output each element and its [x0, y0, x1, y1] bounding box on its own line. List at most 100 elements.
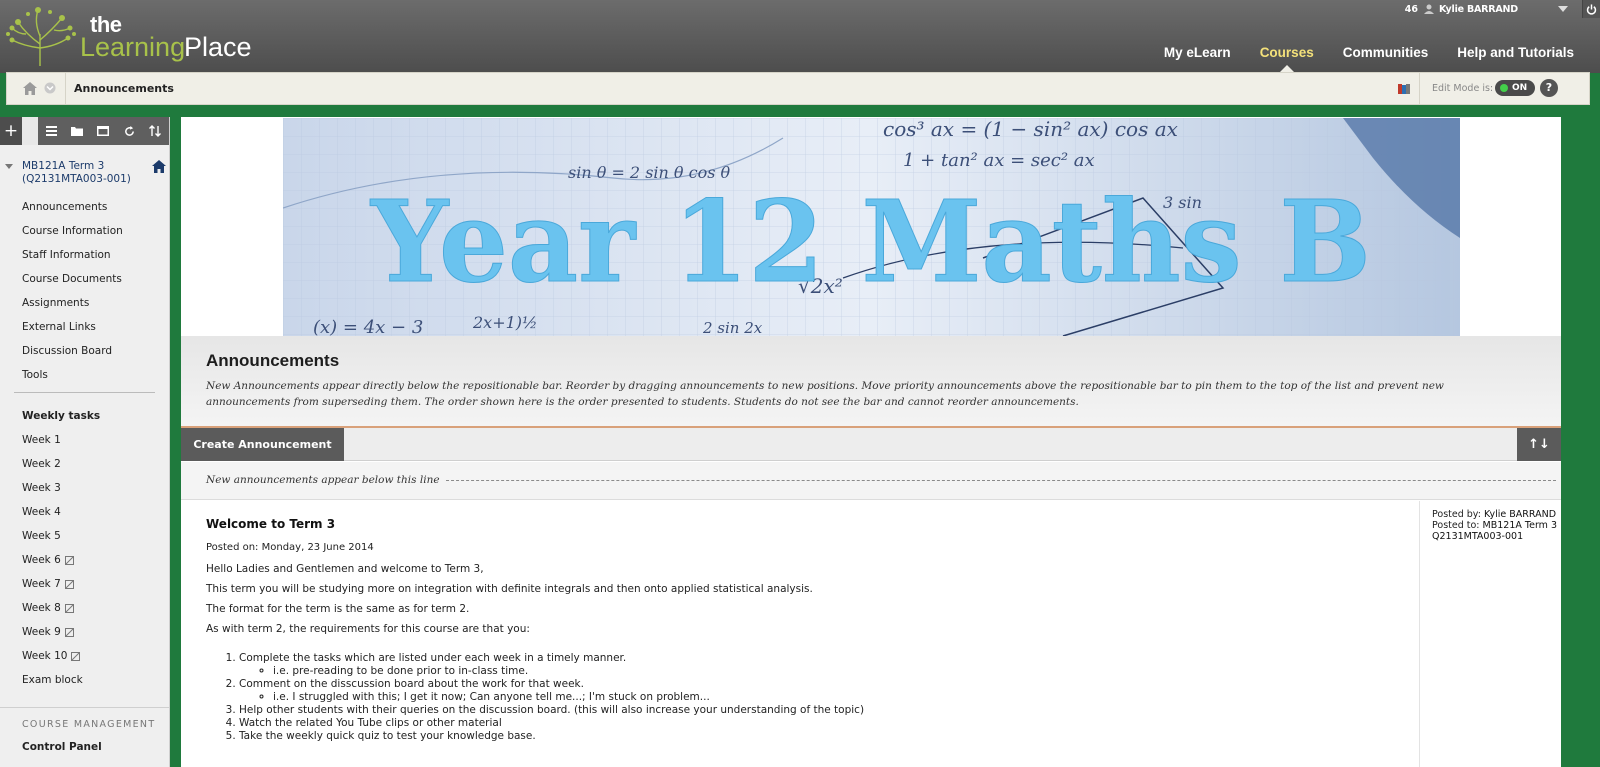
- svg-text:cos³ ax = (1 − sin² ax) cos ax: cos³ ax = (1 − sin² ax) cos ax: [883, 118, 1178, 141]
- home-icon[interactable]: [152, 160, 166, 173]
- sidebar-item-label: Exam block: [22, 674, 83, 686]
- tab-courses[interactable]: Courses: [1260, 45, 1314, 72]
- sidebar-item-course-information[interactable]: Course Information: [22, 219, 123, 243]
- sidebar-item-announcements[interactable]: Announcements: [22, 195, 123, 219]
- divider: [14, 392, 155, 393]
- window-view-button[interactable]: [90, 117, 116, 145]
- hidden-from-students-icon: [64, 555, 74, 565]
- list-sub-item: i.e. pre-reading to be done prior to in-…: [273, 665, 1386, 678]
- logout-button[interactable]: [1582, 0, 1600, 18]
- sidebar-item-discussion-board[interactable]: Discussion Board: [22, 339, 123, 363]
- chevron-down-icon[interactable]: [44, 82, 56, 94]
- sidebar-item-exam-block[interactable]: Exam block: [22, 668, 100, 692]
- tree-logo-icon: [6, 7, 76, 66]
- sort-icon: ↑↓: [1528, 437, 1550, 452]
- svg-text:1 + tan² ax = sec² ax: 1 + tan² ax = sec² ax: [903, 150, 1095, 171]
- hidden-from-students-icon: [64, 579, 74, 589]
- announcement-meta: Posted by: Kylie BARRAND Posted to: MB12…: [1432, 509, 1560, 542]
- sidebar-item-week-9[interactable]: Week 9: [22, 620, 100, 644]
- add-menu-item-button[interactable]: +: [0, 117, 22, 145]
- list-item-text: Complete the tasks which are listed unde…: [239, 652, 627, 664]
- notification-count[interactable]: 46: [1405, 4, 1418, 15]
- edit-mode-state: ON: [1512, 83, 1528, 93]
- hidden-from-students-icon: [71, 651, 81, 661]
- sidebar-item-tools[interactable]: Tools: [22, 363, 123, 387]
- posted-by-label: Posted by:: [1432, 509, 1481, 520]
- course-menu-sidebar: + MB121A Term 3 (Q2131MTA003-001) Announ…: [0, 117, 170, 767]
- sidebar-item-week-7[interactable]: Week 7: [22, 572, 100, 596]
- repositionable-bar-label: New announcements appear below this line: [206, 474, 446, 486]
- control-panel-link[interactable]: Control Panel: [22, 741, 102, 753]
- power-icon: [1586, 3, 1597, 15]
- logo-text-learning: Learning: [80, 32, 186, 62]
- sidebar-item-label: Week 7: [22, 578, 61, 590]
- sidebar-heading-weekly-tasks[interactable]: Weekly tasks: [22, 404, 100, 428]
- page-header: Announcements New Announcements appear d…: [181, 336, 1561, 428]
- course-menu-toolbar: +: [0, 117, 169, 145]
- user-icon: [1423, 4, 1434, 14]
- sidebar-item-course-documents[interactable]: Course Documents: [22, 267, 123, 291]
- edit-mode-label: Edit Mode is:: [1432, 83, 1494, 94]
- sidebar-item-label: Week 1: [22, 434, 61, 446]
- course-management-heading: COURSE MANAGEMENT: [22, 719, 156, 730]
- sidebar-item-staff-information[interactable]: Staff Information: [22, 243, 123, 267]
- requirements-list: Complete the tasks which are listed unde…: [239, 652, 1386, 743]
- logo-text-place: Place: [184, 32, 252, 62]
- tab-my-elearn[interactable]: My eLearn: [1164, 45, 1231, 60]
- page-title: Announcements: [206, 351, 340, 370]
- chevron-down-icon[interactable]: [1558, 6, 1568, 12]
- list-sub-item: i.e. I struggled with this; I get it now…: [273, 691, 1386, 704]
- announcement-meta-column: Posted by: Kylie BARRAND Posted to: MB12…: [1419, 501, 1561, 767]
- hidden-from-students-icon: [64, 627, 74, 637]
- weekly-tasks-list: Weekly tasks Week 1 Week 2 Week 3 Week 4…: [22, 404, 100, 692]
- refresh-button[interactable]: [116, 117, 142, 145]
- divider: [1419, 73, 1420, 104]
- list-item-text: Take the weekly quick quiz to test your …: [239, 730, 536, 742]
- create-announcement-button[interactable]: Create Announcement: [181, 428, 344, 461]
- course-banner-image: cos³ ax = (1 − sin² ax) cos ax 1 + tan² …: [283, 118, 1460, 336]
- sidebar-item-assignments[interactable]: Assignments: [22, 291, 123, 315]
- sidebar-item-week-5[interactable]: Week 5: [22, 524, 100, 548]
- sidebar-item-external-links[interactable]: External Links: [22, 315, 123, 339]
- collapse-caret-icon[interactable]: [5, 164, 13, 169]
- action-bar: Create Announcement ↑↓: [181, 428, 1561, 461]
- breadcrumb-current: Announcements: [74, 82, 174, 95]
- sidebar-item-week-1[interactable]: Week 1: [22, 428, 100, 452]
- list-item: Take the weekly quick quiz to test your …: [239, 730, 1386, 743]
- learning-place-logo[interactable]: the Learning Place: [4, 4, 264, 66]
- announcement-title: Welcome to Term 3: [206, 517, 336, 531]
- hidden-from-students-icon: [64, 603, 74, 613]
- help-button[interactable]: ?: [1540, 79, 1558, 97]
- sidebar-item-week-10[interactable]: Week 10: [22, 644, 100, 668]
- announcement-paragraph: As with term 2, the requirements for thi…: [206, 623, 530, 635]
- list-item-text: Help other students with their queries o…: [239, 704, 865, 716]
- edit-mode-toggle[interactable]: ON: [1495, 80, 1535, 96]
- reorder-button[interactable]: [142, 117, 168, 145]
- posted-to-label: Posted to:: [1432, 520, 1480, 531]
- refresh-icon: [124, 125, 134, 136]
- top-navigation: My eLearn Courses Communities Help and T…: [1135, 45, 1574, 72]
- user-name[interactable]: Kylie BARRAND: [1439, 4, 1518, 15]
- main-content: cos³ ax = (1 − sin² ax) cos ax 1 + tan² …: [181, 117, 1561, 767]
- sidebar-item-week-2[interactable]: Week 2: [22, 452, 100, 476]
- home-icon[interactable]: [23, 82, 37, 95]
- sidebar-item-label: Week 8: [22, 602, 61, 614]
- sidebar-item-week-8[interactable]: Week 8: [22, 596, 100, 620]
- sidebar-item-label: Week 10: [22, 650, 68, 662]
- list-view-button[interactable]: [38, 117, 64, 145]
- tab-help-and-tutorials[interactable]: Help and Tutorials: [1457, 45, 1574, 60]
- top-header: the Learning Place 46 Kylie BARRAND My e…: [0, 0, 1600, 73]
- sidebar-item-label: Week 4: [22, 506, 61, 518]
- folder-view-button[interactable]: [64, 117, 90, 145]
- tab-communities[interactable]: Communities: [1343, 45, 1429, 60]
- course-title[interactable]: MB121A Term 3 (Q2131MTA003-001): [22, 160, 142, 186]
- posted-by-value: Kylie BARRAND: [1483, 509, 1557, 520]
- sidebar-item-week-3[interactable]: Week 3: [22, 476, 100, 500]
- sidebar-item-week-6[interactable]: Week 6: [22, 548, 100, 572]
- sidebar-item-week-4[interactable]: Week 4: [22, 500, 100, 524]
- repositionable-bar[interactable]: New announcements appear below this line: [181, 462, 1561, 500]
- book-icon[interactable]: [1397, 83, 1411, 95]
- sort-button[interactable]: ↑↓: [1517, 428, 1561, 461]
- course-menu-list: Announcements Course Information Staff I…: [22, 195, 123, 387]
- breadcrumb: Announcements Edit Mode is: ON ?: [6, 72, 1590, 105]
